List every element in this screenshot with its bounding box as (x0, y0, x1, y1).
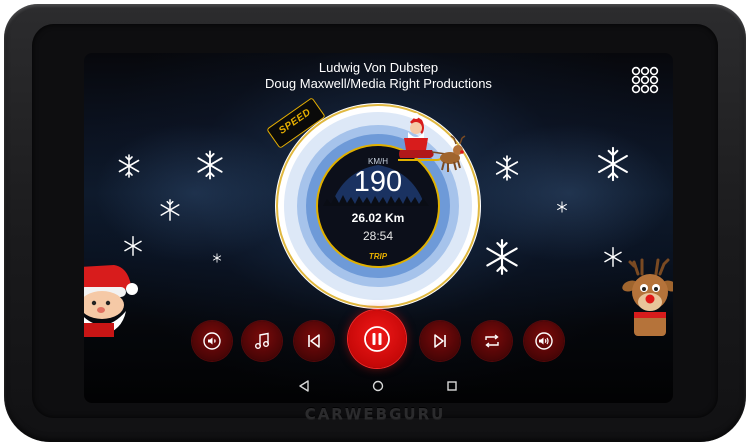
snowflake-icon (124, 235, 142, 257)
apps-grid-icon[interactable] (630, 65, 660, 95)
trip-mode-label[interactable]: TRIP (273, 252, 483, 261)
pause-button[interactable] (348, 310, 406, 368)
music-library-button[interactable] (242, 321, 282, 361)
snowflake-icon (495, 155, 519, 181)
nav-back-icon[interactable] (296, 378, 312, 394)
snowflake-icon (598, 146, 628, 182)
track-title: Ludwig Von Dubstep (318, 60, 439, 75)
snowflake-icon (486, 239, 518, 275)
volume-up-button[interactable] (524, 321, 564, 361)
nav-home-icon[interactable] (370, 378, 386, 394)
pause-icon (364, 326, 390, 352)
skip-previous-icon (308, 334, 320, 348)
music-note-icon (255, 332, 269, 349)
device-brand-label: CARWEBGURU (304, 405, 446, 423)
santa-decoration (84, 265, 138, 337)
next-track-button[interactable] (420, 321, 460, 361)
snowflake-icon (160, 199, 180, 221)
trip-distance: 26.02 Km (351, 211, 405, 225)
track-artist: Doug Maxwell/Media Right Productions (265, 76, 492, 91)
reindeer-decoration (622, 258, 673, 336)
repeat-button[interactable] (472, 321, 512, 361)
nav-recents-icon[interactable] (444, 378, 460, 394)
snowflake-icon (197, 150, 223, 180)
snowflake-icon (118, 154, 140, 178)
repeat-icon (485, 334, 499, 348)
volume-up-icon (535, 332, 553, 350)
snowflake-icon (212, 253, 222, 263)
volume-down-button[interactable] (192, 321, 232, 361)
trip-time: 28:54 (362, 229, 394, 243)
head-unit-screen: Ludwig Von Dubstep Doug Maxwell/Media Ri… (84, 53, 673, 403)
volume-down-icon (203, 332, 221, 350)
santa-sleigh-decoration (398, 113, 466, 172)
previous-track-button[interactable] (294, 321, 334, 361)
skip-next-icon (434, 334, 446, 348)
snowflake-icon (557, 201, 567, 213)
